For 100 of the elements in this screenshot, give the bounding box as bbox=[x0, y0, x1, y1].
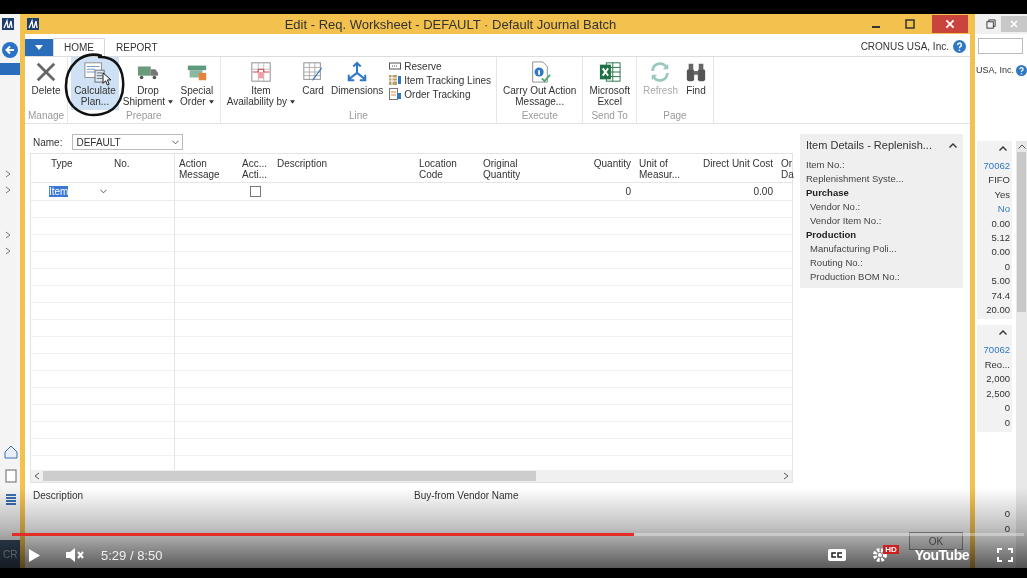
ribbon-group-label: Prepare bbox=[126, 110, 162, 123]
video-time: 5:29 / 8:50 bbox=[101, 547, 163, 563]
chevron-up-icon[interactable] bbox=[949, 142, 957, 148]
field-value: 2,500 bbox=[986, 386, 1010, 401]
mouse-cursor-icon bbox=[102, 72, 111, 86]
field-label: Manufacturing Poli... bbox=[809, 243, 898, 254]
horizontal-scrollbar[interactable] bbox=[31, 470, 792, 482]
ribbon-group-label: Page bbox=[663, 110, 687, 123]
mute-icon[interactable] bbox=[65, 547, 85, 563]
value-link[interactable]: No bbox=[997, 202, 1010, 217]
value-link[interactable]: 70062 bbox=[983, 343, 1010, 358]
field-value: 0 bbox=[1004, 401, 1010, 416]
caret-icon bbox=[290, 99, 296, 104]
chevron-down-icon[interactable] bbox=[100, 189, 107, 194]
ribbon-group-label: Manage bbox=[28, 110, 65, 123]
grid-list-icon bbox=[389, 74, 402, 86]
ribbon-group-label: Execute bbox=[521, 110, 558, 123]
column-header[interactable]: Or Da bbox=[781, 158, 794, 180]
ribbon-button[interactable]: Microsoft Excel bbox=[586, 57, 633, 110]
field-value: 20.00 bbox=[986, 303, 1010, 318]
field-label: Description bbox=[33, 490, 84, 501]
play-icon[interactable] bbox=[28, 547, 41, 563]
binoculars-icon bbox=[684, 61, 707, 83]
field-value: Reo... bbox=[984, 357, 1010, 372]
app-menu-button[interactable] bbox=[25, 39, 53, 56]
column-header[interactable]: Description bbox=[277, 158, 411, 169]
column-header[interactable]: Quantity bbox=[565, 158, 631, 169]
chevron-left-icon[interactable] bbox=[34, 472, 40, 480]
checkbox[interactable] bbox=[250, 186, 261, 197]
value-link[interactable]: 70062 bbox=[983, 159, 1010, 174]
table-cell: 0 bbox=[625, 186, 631, 197]
column-header[interactable]: Direct Unit Cost bbox=[695, 158, 773, 169]
ribbon-button[interactable]: Card bbox=[299, 57, 328, 110]
field-value: FIFO bbox=[988, 173, 1010, 188]
ribbon-button[interactable]: Delete bbox=[28, 57, 64, 110]
chevron-right-icon[interactable] bbox=[783, 472, 789, 480]
column-header[interactable]: Type bbox=[51, 158, 107, 169]
field-value: 0 bbox=[1004, 415, 1010, 430]
table-cell: 0.00 bbox=[753, 186, 773, 197]
caret-icon bbox=[208, 99, 214, 104]
x-icon bbox=[35, 61, 58, 83]
back-icon[interactable] bbox=[2, 42, 18, 58]
field-label: Buy-from Vendor Name bbox=[414, 490, 519, 501]
list-icon[interactable] bbox=[4, 493, 18, 507]
battery-icon bbox=[389, 60, 402, 72]
vertical-scrollbar[interactable] bbox=[1016, 141, 1027, 568]
chevron-up-icon[interactable] bbox=[1017, 144, 1026, 149]
field-value: 5.12 bbox=[991, 231, 1010, 246]
column-header[interactable]: Unit of Measur... bbox=[639, 158, 687, 180]
spreadsheet-icon bbox=[598, 61, 621, 83]
ribbon-button[interactable]: Drop Shipment bbox=[119, 57, 177, 110]
ribbon-button[interactable]: Find bbox=[681, 57, 710, 110]
field-value: 0.00 bbox=[991, 216, 1010, 231]
document-list-icon bbox=[389, 88, 402, 100]
column-header[interactable]: No. bbox=[114, 158, 170, 169]
calculator-sheet-icon bbox=[84, 61, 106, 83]
close-icon[interactable] bbox=[930, 15, 970, 33]
search-field[interactable] bbox=[978, 38, 1023, 54]
app-logo-icon bbox=[27, 18, 39, 30]
column-header[interactable]: Acc... Acti... bbox=[242, 158, 269, 180]
ribbon-group-label: Line bbox=[348, 110, 368, 123]
ribbon-button[interactable]: Special Order bbox=[177, 57, 217, 110]
column-header[interactable]: Original Quantity bbox=[483, 158, 557, 180]
restore-icon[interactable] bbox=[986, 18, 997, 30]
home-icon[interactable] bbox=[4, 445, 18, 459]
chevron-up-icon[interactable] bbox=[999, 146, 1007, 151]
ribbon-tab[interactable]: REPORT bbox=[105, 38, 169, 56]
table-pencil-icon bbox=[302, 61, 325, 83]
field-value: 74.4 bbox=[991, 288, 1010, 303]
captions-icon[interactable] bbox=[828, 549, 847, 561]
ribbon-button[interactable]: Carry Out Action Message... bbox=[500, 57, 580, 110]
ribbon-button[interactable]: Item Tracking Lines bbox=[387, 74, 494, 86]
table-cell[interactable]: Item bbox=[49, 186, 69, 197]
name-dropdown[interactable]: DEFAULT bbox=[72, 134, 184, 150]
help-icon[interactable] bbox=[1016, 64, 1027, 76]
ribbon-button[interactable]: Dimensions bbox=[328, 57, 387, 110]
name-label: Name: bbox=[33, 136, 63, 148]
column-header[interactable]: Location Code bbox=[419, 158, 475, 180]
chevron-up-icon[interactable] bbox=[999, 330, 1007, 336]
column-header[interactable]: Action Message bbox=[179, 158, 234, 180]
ribbon-button[interactable]: Item Availability by bbox=[223, 57, 299, 110]
field-value: 2,000 bbox=[986, 372, 1010, 387]
progress-bar[interactable] bbox=[12, 533, 1024, 536]
company-name: CRONUS USA, Inc. bbox=[860, 41, 949, 52]
company-name: USA, Inc. bbox=[976, 65, 1014, 75]
logo[interactable]: YouTube bbox=[914, 547, 969, 563]
ribbon-group-label: Send To bbox=[591, 110, 628, 123]
hd-badge: HD bbox=[883, 544, 899, 554]
field-label: Vendor Item No.: bbox=[809, 215, 883, 226]
ribbon-button[interactable]: Calculate Plan... bbox=[71, 57, 119, 110]
help-icon[interactable] bbox=[953, 40, 966, 53]
ribbon-button[interactable]: Order Tracking bbox=[387, 88, 494, 100]
ribbon-button[interactable]: Reserve bbox=[387, 60, 494, 72]
maximize-icon[interactable] bbox=[904, 18, 916, 30]
field-value: 0.00 bbox=[991, 245, 1010, 260]
field-value: 0 bbox=[1004, 521, 1010, 536]
fullscreen-icon[interactable] bbox=[997, 548, 1013, 562]
field-label: Production BOM No.: bbox=[809, 271, 901, 282]
ribbon-tab[interactable]: HOME bbox=[53, 38, 105, 56]
window-title: Edit - Req. Worksheet - DEFAULT · Default Journal Batch bbox=[283, 16, 618, 32]
